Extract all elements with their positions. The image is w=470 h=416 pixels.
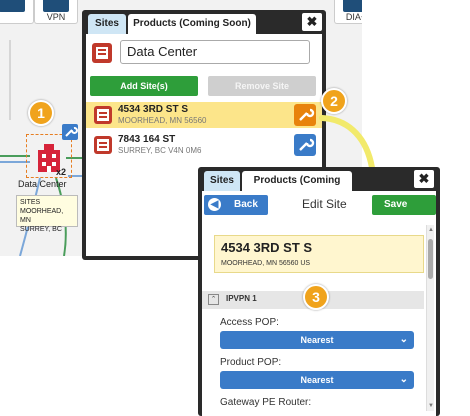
close-icon[interactable]: ✖ — [414, 170, 434, 188]
address-line2: MOORHEAD, MN 56560 US — [221, 260, 311, 267]
save-button[interactable]: Save — [372, 195, 436, 215]
section-title: IPVPN 1 — [226, 294, 257, 303]
chevron-down-icon: ⌄ — [399, 334, 408, 345]
gateway-pe-router-label: Gateway PE Router: — [220, 397, 312, 408]
access-pop-label: Access POP: — [220, 317, 279, 328]
scrollbar-thumb[interactable] — [428, 239, 433, 279]
scroll-down-icon[interactable]: ▼ — [428, 403, 434, 409]
collapse-icon[interactable]: ⌃ — [208, 294, 219, 305]
site-address-card: 4534 3RD ST S MOORHEAD, MN 56560 US — [214, 235, 424, 273]
back-button-label: Back — [234, 199, 258, 210]
back-button[interactable]: ◀ Back — [204, 195, 268, 215]
back-arrow-icon: ◀ — [208, 198, 221, 211]
step-badge-1: 1 — [28, 100, 54, 126]
step-badge-3: 3 — [303, 284, 329, 310]
product-pop-value: Nearest — [300, 375, 334, 385]
access-pop-select[interactable]: Nearest ⌄ — [220, 331, 414, 349]
step-badge-2: 2 — [321, 88, 347, 114]
scroll-up-icon[interactable]: ▲ — [428, 227, 434, 233]
edit-panel-tabs: Sites Products (Coming Soon) ✖ — [198, 167, 440, 206]
product-pop-label: Product POP: — [220, 357, 282, 368]
address-line1: 4534 3RD ST S — [221, 240, 313, 255]
chevron-down-icon: ⌄ — [399, 374, 408, 385]
tab-products[interactable]: Products (Coming Soon) — [242, 171, 352, 206]
product-pop-select[interactable]: Nearest ⌄ — [220, 371, 414, 389]
tab-sites[interactable]: Sites — [204, 171, 240, 191]
save-button-label: Save — [384, 199, 408, 210]
page-title: Edit Site — [302, 197, 347, 211]
scrollbar[interactable]: ▲ ▼ — [426, 225, 434, 411]
access-pop-value: Nearest — [300, 335, 334, 345]
